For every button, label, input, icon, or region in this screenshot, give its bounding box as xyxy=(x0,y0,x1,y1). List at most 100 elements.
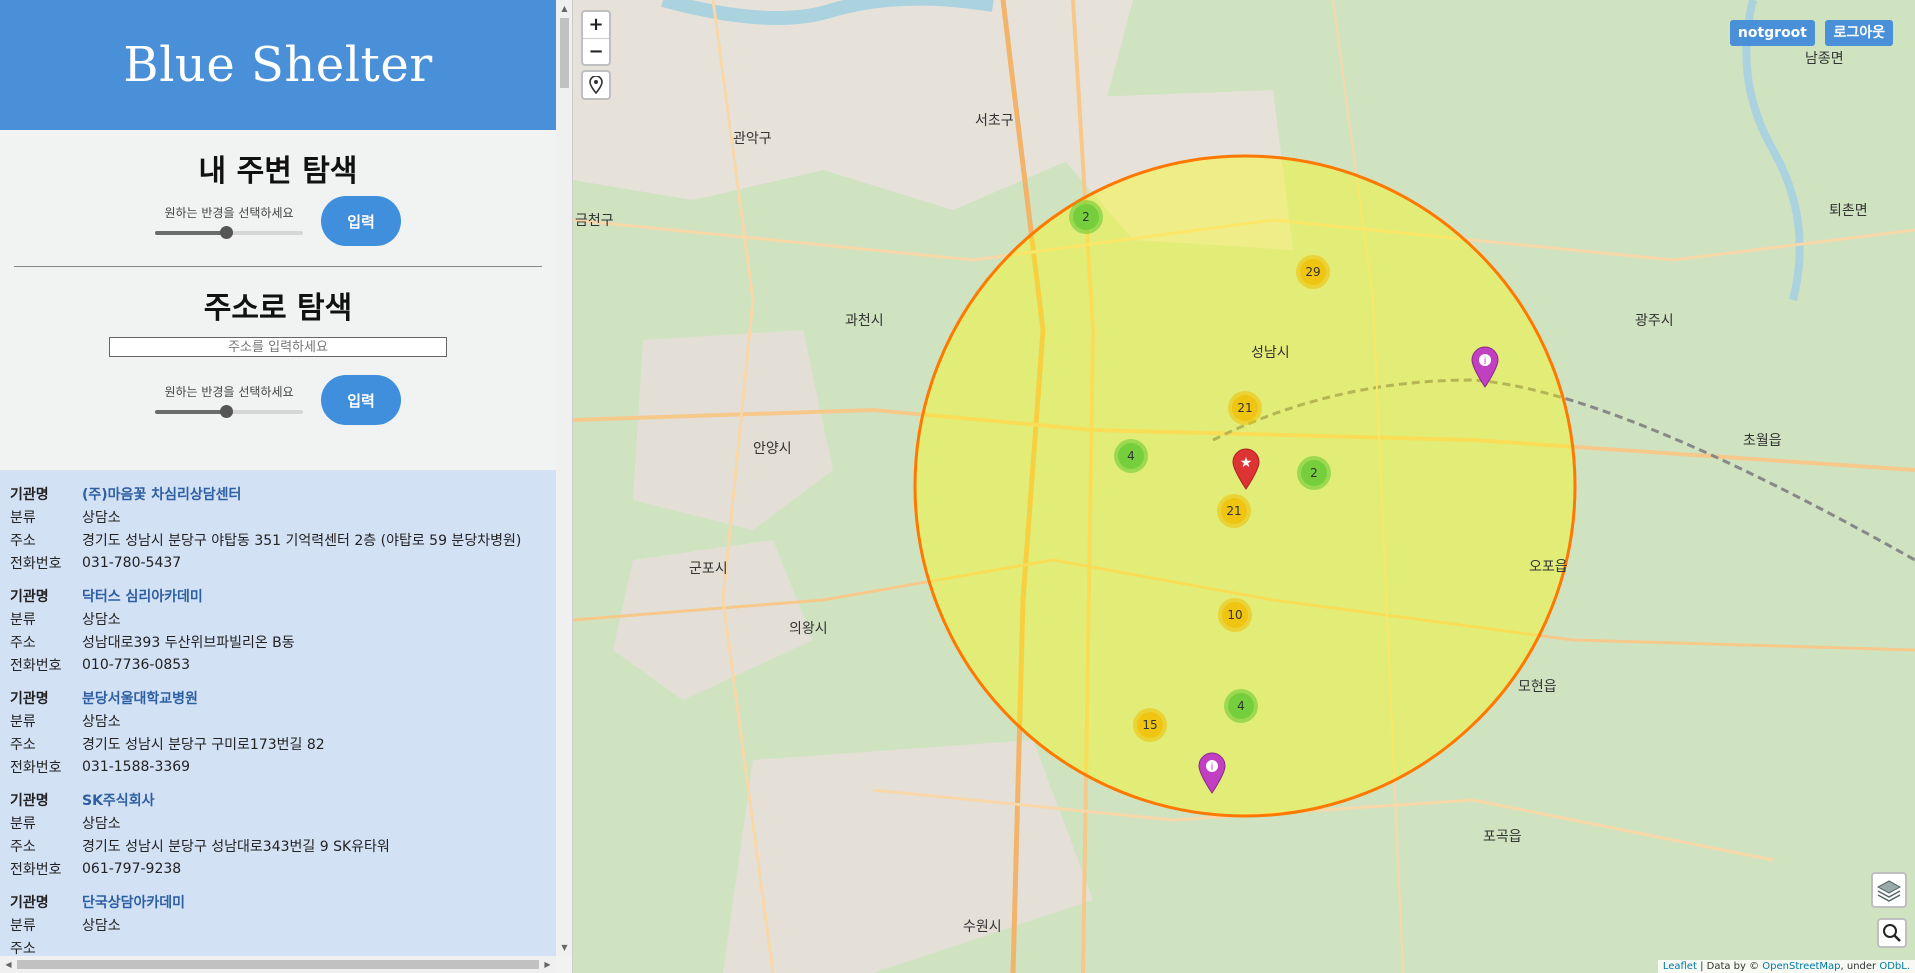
map-search-button[interactable] xyxy=(1877,918,1907,948)
marker-cluster[interactable]: 10 xyxy=(1218,598,1252,632)
address-submit-button[interactable]: 입력 xyxy=(321,375,401,425)
leaflet-link[interactable]: Leaflet xyxy=(1663,961,1697,972)
result-phone-label: 전화번호 xyxy=(10,657,62,674)
info-marker-icon[interactable]: i xyxy=(1197,752,1227,794)
nearby-radius-row: 원하는 반경을 선택하세요 입력 xyxy=(0,196,556,246)
marker-cluster[interactable]: 21 xyxy=(1217,494,1251,528)
scrollbar-thumb[interactable] xyxy=(560,18,569,88)
result-category-label: 분류 xyxy=(10,611,36,628)
osm-link[interactable]: OpenStreetMap xyxy=(1762,961,1840,972)
result-item[interactable]: 기관명 SK주식회사분류 상담소주소 경기도 성남시 분당구 성남대로343번길 9 … xyxy=(0,788,556,890)
result-category-label: 분류 xyxy=(10,815,36,832)
result-category: 상담소 xyxy=(82,713,121,730)
place-label: 오포읍 xyxy=(1529,559,1568,575)
place-label: 초월읍 xyxy=(1743,433,1782,449)
result-address-label: 주소 xyxy=(10,634,36,651)
result-address-row: 주소 경기도 성남시 분당구 구미로173번길 82 xyxy=(10,732,546,755)
result-address-row: 주소 경기도 성남시 분당구 성남대로343번길 9 SK유타워 xyxy=(10,834,546,857)
place-label: 군포시 xyxy=(689,561,728,577)
result-item[interactable]: 기관명 닥터스 심리아카데미분류 상담소주소 성남대로393 두산위브파빌리온 B동전… xyxy=(0,584,556,686)
place-label: 관악구 xyxy=(733,131,772,147)
locate-button[interactable] xyxy=(581,70,611,100)
scroll-right-arrow-icon[interactable]: ▶ xyxy=(539,956,556,973)
place-label: 포곡읍 xyxy=(1483,829,1522,845)
zoom-in-button[interactable]: + xyxy=(583,12,609,38)
result-item[interactable]: 기관명 분당서울대학교병원 분류 상담소주소 경기도 성남시 분당구 구미로173번길 … xyxy=(0,686,556,788)
svg-text:★: ★ xyxy=(1240,455,1253,471)
result-category: 상담소 xyxy=(82,509,121,526)
info-marker-icon[interactable]: i xyxy=(1470,346,1500,388)
result-name-label: 기관명 xyxy=(10,690,49,707)
result-name-label: 기관명 xyxy=(10,588,49,605)
place-label: 퇴촌면 xyxy=(1829,203,1868,219)
address-radius-slider[interactable] xyxy=(155,404,303,418)
marker-cluster[interactable]: 21 xyxy=(1228,391,1262,425)
location-pin-icon xyxy=(589,75,603,95)
marker-cluster[interactable]: 4 xyxy=(1114,439,1148,473)
brand-header: Blue Shelter xyxy=(0,0,556,130)
scrollbar-thumb[interactable] xyxy=(17,960,539,969)
result-address: 경기도 성남시 분당구 구미로173번길 82 xyxy=(82,736,325,753)
marker-cluster[interactable]: 15 xyxy=(1133,708,1167,742)
layers-button[interactable] xyxy=(1871,872,1907,908)
result-address-row: 주소 xyxy=(10,936,546,957)
username-button[interactable]: notgroot xyxy=(1729,20,1815,46)
result-category: 상담소 xyxy=(82,815,121,832)
map-view[interactable]: 서초구 관악구 과천시 안양시 군포시 의왕시 성남시 광주시 수원시 금천구 … xyxy=(573,0,1915,973)
result-address: 성남대로393 두산위브파빌리온 B동 xyxy=(82,634,295,651)
result-category: 상담소 xyxy=(82,611,121,628)
place-label: 서초구 xyxy=(975,113,1014,129)
result-address: 경기도 성남시 분당구 성남대로343번길 9 SK유타워 xyxy=(82,838,390,855)
search-icon xyxy=(1883,924,1901,942)
sidebar-vertical-scrollbar[interactable]: ▲ ▼ xyxy=(556,0,572,956)
nearby-search-title: 내 주변 탐색 xyxy=(198,154,358,189)
result-name-row: 기관명 SK주식회사 xyxy=(10,788,546,811)
place-label: 남종면 xyxy=(1805,51,1844,67)
address-radius-label: 원하는 반경을 선택하세요 xyxy=(164,384,294,399)
result-name[interactable]: 닥터스 심리아카데미 xyxy=(82,586,203,606)
result-address-label: 주소 xyxy=(10,838,36,855)
result-name-label: 기관명 xyxy=(10,792,49,809)
result-category-label: 분류 xyxy=(10,509,36,526)
result-category-row: 분류 상담소 xyxy=(10,709,546,732)
result-item[interactable]: 기관명 (주)마음꽃 차심리상담센터 분류 상담소 주소 경기도 성남시 분당구 야탑동 … xyxy=(0,482,556,584)
zoom-out-button[interactable]: − xyxy=(583,38,609,64)
result-item[interactable]: 기관명단국상담아카데미분류상담소주소전화번호 xyxy=(0,890,556,957)
result-phone-row: 전화번호 031-1588-3369 xyxy=(10,755,546,778)
sidebar-horizontal-scrollbar[interactable]: ◀ ▶ xyxy=(0,956,556,973)
logout-button[interactable]: 로그아웃 xyxy=(1825,20,1893,46)
current-location-pin-icon[interactable]: ★ xyxy=(1231,448,1261,490)
result-phone-label: 전화번호 xyxy=(10,861,62,878)
result-name[interactable]: SK주식회사 xyxy=(82,790,154,810)
place-label: 안양시 xyxy=(753,441,792,457)
scroll-down-arrow-icon[interactable]: ▼ xyxy=(556,939,572,956)
result-phone: 031-1588-3369 xyxy=(82,758,191,775)
marker-cluster[interactable]: 29 xyxy=(1296,255,1330,289)
scroll-left-arrow-icon[interactable]: ◀ xyxy=(0,956,17,973)
result-name-row: 기관명 분당서울대학교병원 xyxy=(10,686,546,709)
result-address-label: 주소 xyxy=(10,532,36,549)
brand-title: Blue Shelter xyxy=(123,37,433,93)
result-name[interactable]: 분당서울대학교병원 xyxy=(82,688,198,708)
marker-cluster[interactable]: 2 xyxy=(1297,456,1331,490)
result-phone-label: 전화번호 xyxy=(10,759,62,776)
sidebar-content: Blue Shelter 내 주변 탐색 원하는 반경을 선택하세요 입력 주소… xyxy=(0,0,556,956)
scroll-up-arrow-icon[interactable]: ▲ xyxy=(556,0,572,17)
address-input[interactable] xyxy=(109,337,447,357)
marker-cluster[interactable]: 2 xyxy=(1069,200,1103,234)
result-name-label: 기관명 xyxy=(10,894,49,911)
result-address-label: 주소 xyxy=(10,736,36,753)
slider-thumb[interactable] xyxy=(220,404,234,418)
address-search-title: 주소로 탐색 xyxy=(203,291,353,326)
result-name[interactable]: 단국상담아카데미 xyxy=(82,892,185,912)
nearby-radius-slider[interactable] xyxy=(155,225,303,239)
slider-thumb[interactable] xyxy=(220,225,234,239)
result-phone-row: 전화번호 031-780-5437 xyxy=(10,551,546,574)
marker-cluster[interactable]: 4 xyxy=(1224,689,1258,723)
odbl-link[interactable]: ODbL. xyxy=(1879,961,1910,972)
nearby-submit-button[interactable]: 입력 xyxy=(321,196,401,246)
result-name[interactable]: (주)마음꽃 차심리상담센터 xyxy=(82,484,241,504)
result-phone-row: 전화번호 010-7736-0853 xyxy=(10,653,546,676)
sidebar: Blue Shelter 내 주변 탐색 원하는 반경을 선택하세요 입력 주소… xyxy=(0,0,573,973)
layers-icon xyxy=(1876,880,1902,902)
